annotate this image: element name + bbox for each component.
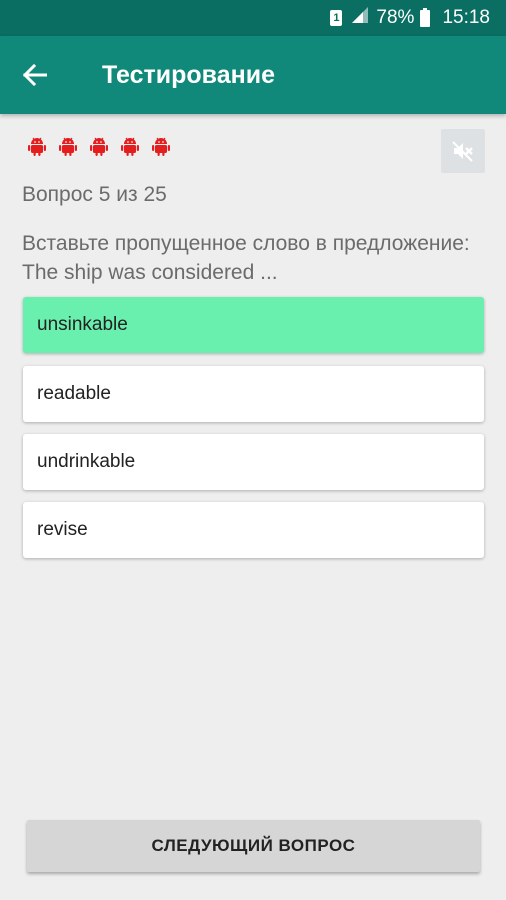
answer-option-unsinkable[interactable]: unsinkable xyxy=(23,297,484,353)
android-icon xyxy=(88,135,110,157)
back-arrow-icon[interactable] xyxy=(20,60,50,90)
android-icon xyxy=(26,135,48,157)
answer-option-revise[interactable]: revise xyxy=(23,502,484,558)
next-question-button[interactable]: СЛЕДУЮЩИЙ ВОПРОС xyxy=(27,820,480,872)
question-counter: Вопрос 5 из 25 xyxy=(22,183,167,206)
answer-option-readable[interactable]: readable xyxy=(23,366,484,422)
status-bar: 1 78% 15:18 xyxy=(0,0,506,36)
app-bar: Тестирование xyxy=(0,36,506,114)
lives-indicator xyxy=(26,135,181,157)
sound-off-button[interactable] xyxy=(441,129,485,173)
clock: 15:18 xyxy=(442,7,490,28)
volume-off-icon xyxy=(452,141,473,162)
battery-percent: 78% xyxy=(376,7,415,28)
battery-icon xyxy=(420,7,431,27)
page-title: Тестирование xyxy=(102,60,275,89)
sim-icon: 1 xyxy=(330,10,343,26)
android-icon xyxy=(119,135,141,157)
android-icon xyxy=(150,135,172,157)
signal-icon xyxy=(352,7,370,29)
question-text: Вставьте пропущенное слово в предложение… xyxy=(22,232,470,284)
answer-option-undrinkable[interactable]: undrinkable xyxy=(23,434,484,490)
android-icon xyxy=(57,135,79,157)
